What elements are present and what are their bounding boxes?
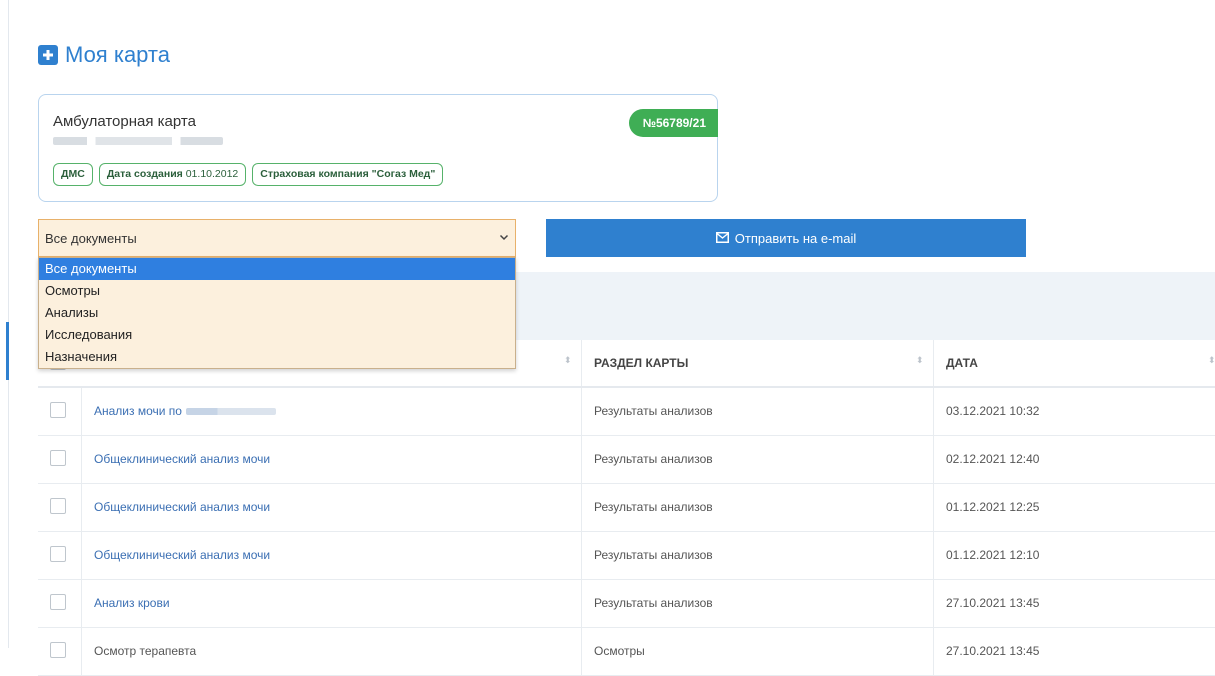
page-title: Моя карта (38, 42, 170, 68)
documents-table: ⬍ РАЗДЕЛ КАРТЫ ⬍ ДАТА ⬍ Анализ мочи по Р… (38, 340, 1215, 676)
page-title-text: Моя карта (65, 42, 170, 67)
redacted-text (185, 408, 276, 416)
document-section: Результаты анализов (594, 500, 713, 514)
row-checkbox[interactable] (50, 402, 66, 418)
column-divider (81, 388, 82, 435)
option-prescriptions[interactable]: Назначения (39, 346, 515, 368)
column-divider (933, 532, 934, 579)
column-divider (581, 340, 582, 386)
outpatient-card: Амбулаторная карта №56789/21 ДМС Дата со… (38, 94, 718, 202)
column-header-date[interactable]: ДАТА (946, 340, 978, 386)
column-divider (933, 580, 934, 627)
table-row: Осмотр терапевта Осмотры 27.10.2021 13:4… (38, 628, 1215, 676)
column-divider (581, 532, 582, 579)
column-divider (933, 388, 934, 435)
document-section: Результаты анализов (594, 452, 713, 466)
column-divider (933, 484, 934, 531)
row-checkbox[interactable] (50, 642, 66, 658)
table-row: Анализ мочи по Результаты анализов 03.12… (38, 388, 1215, 436)
card-tags: ДМС Дата создания 01.10.2012 Страховая к… (53, 163, 444, 186)
table-row: Общеклинический анализ мочи Результаты а… (38, 532, 1215, 580)
document-type-options: Все документы Осмотры Анализы Исследован… (38, 257, 516, 369)
option-analyses[interactable]: Анализы (39, 302, 515, 324)
sort-icon[interactable]: ⬍ (1208, 356, 1215, 365)
option-all-documents[interactable]: Все документы (39, 258, 515, 280)
document-date: 03.12.2021 10:32 (946, 404, 1040, 418)
tag-insurance-company: Страховая компания "Согаз Мед" (252, 163, 444, 186)
send-email-label: Отправить на e-mail (734, 230, 857, 246)
card-number-badge: №56789/21 (628, 109, 718, 137)
row-checkbox[interactable] (50, 450, 66, 466)
column-divider (81, 628, 82, 675)
patient-name-redacted (53, 137, 223, 145)
sort-icon[interactable]: ⬍ (564, 356, 572, 365)
card-title: Амбулаторная карта (53, 113, 196, 130)
document-section: Результаты анализов (594, 404, 713, 418)
option-research[interactable]: Исследования (39, 324, 515, 346)
document-link[interactable]: Общеклинический анализ мочи (94, 484, 270, 531)
document-link[interactable]: Общеклинический анализ мочи (94, 436, 270, 483)
document-section: Результаты анализов (594, 596, 713, 610)
row-checkbox[interactable] (50, 594, 66, 610)
column-divider (81, 580, 82, 627)
column-divider (581, 436, 582, 483)
column-divider (581, 628, 582, 675)
document-name: Осмотр терапевта (94, 644, 197, 658)
active-indicator (6, 322, 9, 380)
chevron-down-icon (499, 231, 509, 245)
envelope-icon (715, 231, 729, 246)
document-date: 27.10.2021 13:45 (946, 596, 1040, 610)
table-row: Общеклинический анализ мочи Результаты а… (38, 436, 1215, 484)
document-link[interactable]: Анализ крови (94, 580, 170, 627)
column-divider (581, 484, 582, 531)
document-type-select[interactable]: Все документы (38, 219, 516, 257)
tag-created-date: Дата создания 01.10.2012 (98, 163, 247, 186)
column-divider (933, 436, 934, 483)
table-row: Анализ крови Результаты анализов 27.10.2… (38, 580, 1215, 628)
column-divider (81, 436, 82, 483)
table-row: Общеклинический анализ мочи Результаты а… (38, 484, 1215, 532)
column-divider (581, 388, 582, 435)
document-link[interactable]: Общеклинический анализ мочи (94, 532, 270, 579)
column-divider (581, 580, 582, 627)
column-divider (81, 484, 82, 531)
document-date: 01.12.2021 12:25 (946, 500, 1040, 514)
document-date: 27.10.2021 13:45 (946, 644, 1040, 658)
document-section: Осмотры (594, 644, 645, 658)
column-divider (933, 340, 934, 386)
tag-dms: ДМС (53, 163, 93, 186)
send-email-button[interactable]: Отправить на e-mail (546, 219, 1026, 257)
column-divider (81, 532, 82, 579)
option-examinations[interactable]: Осмотры (39, 280, 515, 302)
document-date: 01.12.2021 12:10 (946, 548, 1040, 562)
column-divider (933, 628, 934, 675)
document-type-selected: Все документы (45, 230, 137, 246)
document-link[interactable]: Анализ мочи по (94, 388, 276, 435)
column-header-section[interactable]: РАЗДЕЛ КАРТЫ (594, 340, 688, 386)
row-checkbox[interactable] (50, 498, 66, 514)
document-date: 02.12.2021 12:40 (946, 452, 1040, 466)
document-section: Результаты анализов (594, 548, 713, 562)
medical-card-icon (38, 45, 58, 65)
row-checkbox[interactable] (50, 546, 66, 562)
sort-icon[interactable]: ⬍ (916, 356, 924, 365)
